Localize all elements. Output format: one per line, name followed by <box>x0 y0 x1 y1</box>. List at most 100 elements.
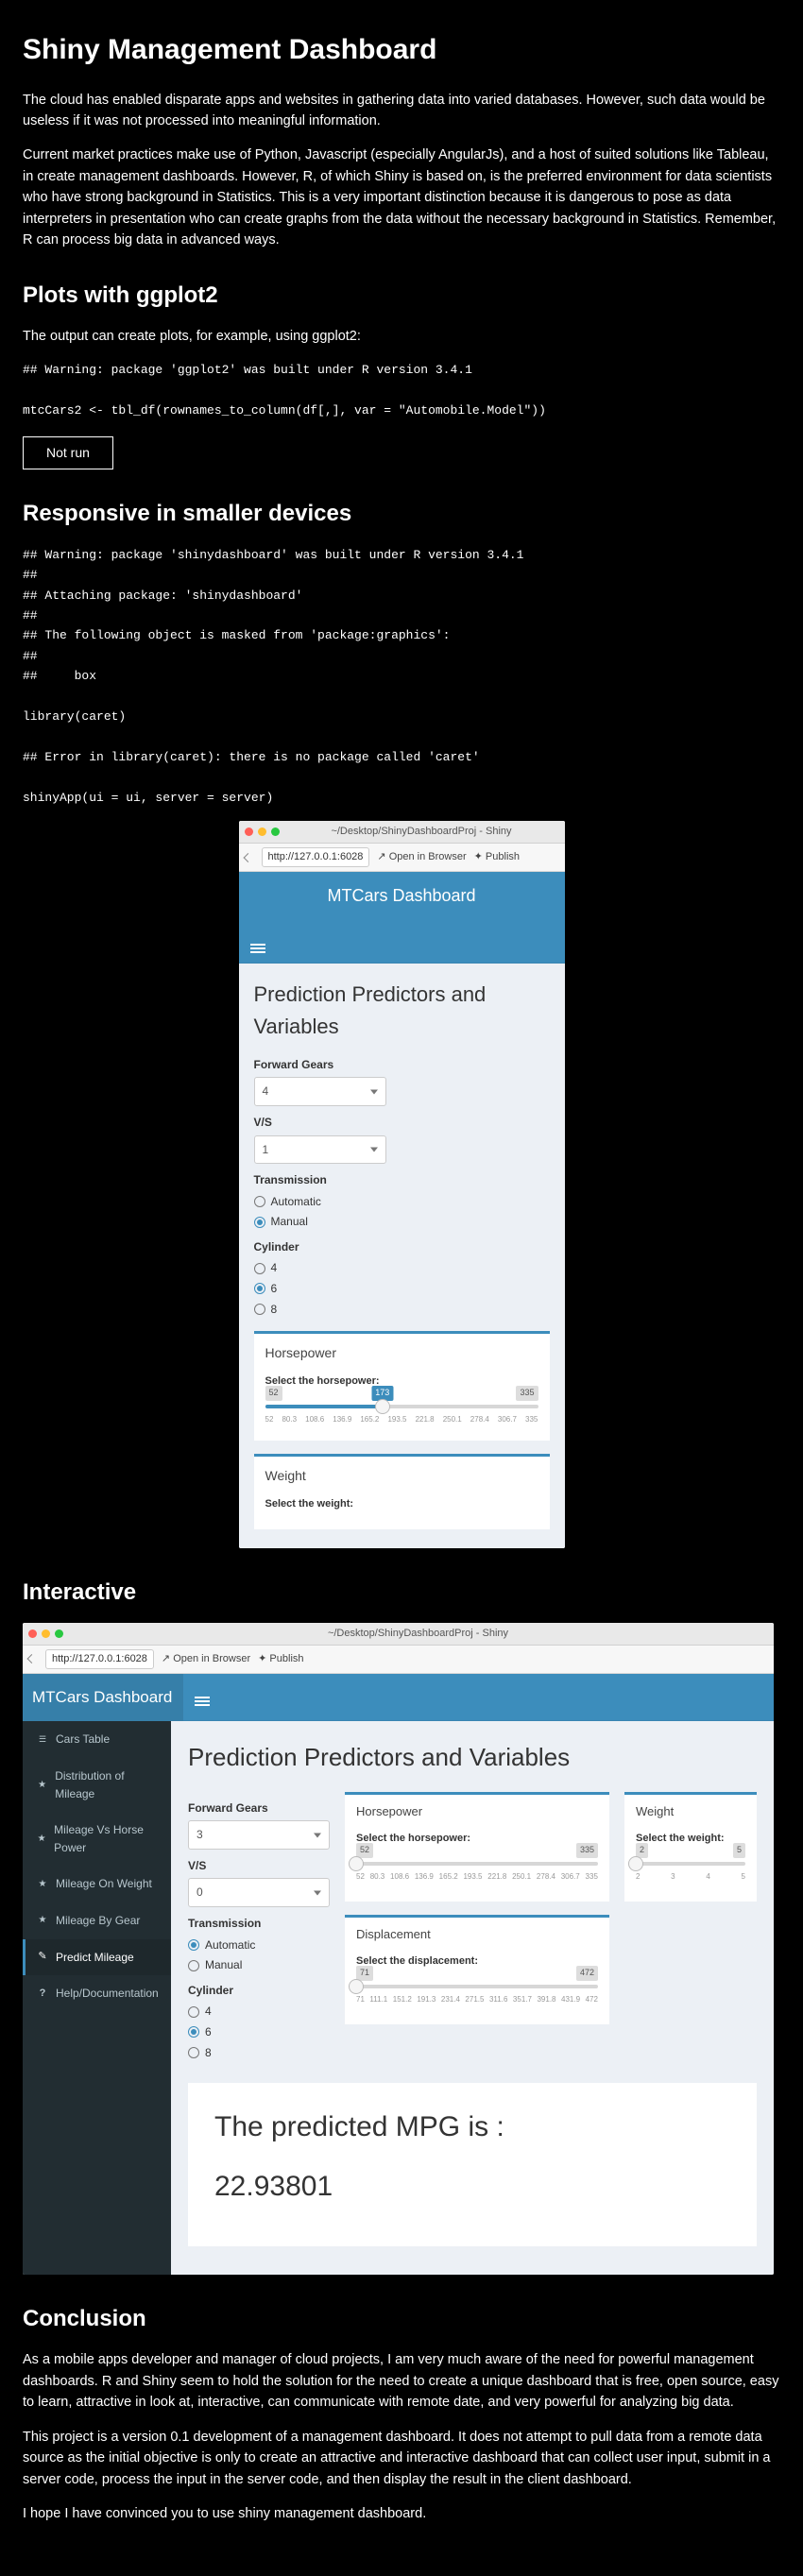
radio-cyl-8[interactable]: 8 <box>254 1301 550 1319</box>
minimize-icon[interactable] <box>258 827 266 836</box>
back-icon[interactable] <box>245 853 254 862</box>
dp-slider[interactable]: 71 472 71111.1151.2191.3231.4271.5311.63… <box>356 1975 598 2007</box>
sidebar-item-help[interactable]: Help/Documentation <box>23 1975 171 2012</box>
back-icon[interactable] <box>28 1654 38 1663</box>
radio-cyl-4[interactable]: 4 <box>188 2003 330 2021</box>
wt-box-title: Weight <box>636 1802 745 1821</box>
intro-para-2: Current market practices make use of Pyt… <box>23 145 780 250</box>
publish-button[interactable]: ✦ Publish <box>474 849 520 865</box>
pencil-icon <box>37 1949 48 1965</box>
weight-box: Weight Select the weight: 2 5 2345 <box>624 1792 757 1902</box>
sidebar: Cars Table Distribution of Mileage Milea… <box>23 1721 171 2275</box>
sidebar-item-mileage-hp[interactable]: Mileage Vs Horse Power <box>23 1812 171 1866</box>
forward-gears-select[interactable]: 4 <box>254 1077 386 1106</box>
figure-responsive: ~/Desktop/ShinyDashboardProj - Shiny htt… <box>239 821 565 1547</box>
sidebar-toggle[interactable] <box>239 921 565 963</box>
close-icon[interactable] <box>28 1629 37 1638</box>
content-title: Prediction Predictors and Variables <box>254 979 550 1043</box>
wt-max: 5 <box>733 1843 745 1858</box>
window-titlebar: ~/Desktop/ShinyDashboardProj - Shiny <box>239 821 565 844</box>
brand-header: MTCars Dashboard <box>239 872 565 921</box>
wt-box-title: Weight <box>265 1466 538 1487</box>
hp-box-title: Horsepower <box>356 1802 598 1821</box>
radio-icon <box>188 2047 199 2058</box>
dp-slider-label: Select the displacement: <box>356 1953 598 1970</box>
close-icon[interactable] <box>245 827 253 836</box>
prediction-label: The predicted MPG is : <box>214 2106 730 2150</box>
hp-slider[interactable]: 52 173 335 5280.3108.6136.9165.2193.5221… <box>265 1395 538 1427</box>
sidebar-item-mileage-gear[interactable]: Mileage By Gear <box>23 1902 171 1939</box>
radio-manual[interactable]: Manual <box>188 1956 330 1974</box>
conclusion-heading: Conclusion <box>23 2301 780 2336</box>
window-titlebar: ~/Desktop/ShinyDashboardProj - Shiny <box>23 1623 774 1646</box>
code-block-2: ## Warning: package 'shinydashboard' was… <box>23 545 780 809</box>
star-icon <box>37 1778 47 1793</box>
publish-button[interactable]: ✦ Publish <box>258 1651 303 1667</box>
dp-ticks: 71111.1151.2191.3231.4271.5311.6351.7391… <box>356 1994 598 2005</box>
prediction-value: 22.93801 <box>214 2165 730 2209</box>
radio-icon <box>188 2006 199 2018</box>
wt-ticks: 2345 <box>636 1871 745 1883</box>
page-title: Shiny Management Dashboard <box>23 28 780 73</box>
sidebar-item-dist-mileage[interactable]: Distribution of Mileage <box>23 1758 171 1812</box>
forward-gears-select[interactable]: 3 <box>188 1820 330 1850</box>
radio-icon <box>254 1304 265 1315</box>
cylinder-label: Cylinder <box>254 1238 550 1256</box>
radio-cyl-6[interactable]: 6 <box>254 1280 550 1298</box>
hp-slider[interactable]: 52 335 5280.3108.6136.9165.2193.5221.825… <box>356 1852 598 1885</box>
horsepower-box: Horsepower Select the horsepower: 52 335… <box>345 1792 609 1902</box>
prediction-box: The predicted MPG is : 22.93801 <box>188 2083 757 2246</box>
zoom-icon[interactable] <box>271 827 280 836</box>
horsepower-box: Horsepower Select the horsepower: 52 173… <box>254 1331 550 1441</box>
plots-heading: Plots with ggplot2 <box>23 278 780 313</box>
wt-slider-label: Select the weight: <box>265 1496 538 1512</box>
vs-select[interactable]: 1 <box>254 1135 386 1165</box>
vs-select[interactable]: 0 <box>188 1878 330 1907</box>
star-icon <box>37 1877 48 1892</box>
url-field[interactable]: http://127.0.0.1:6028 <box>45 1649 154 1669</box>
interactive-heading: Interactive <box>23 1575 780 1610</box>
forward-gears-label: Forward Gears <box>188 1800 330 1817</box>
open-browser-button[interactable]: ↗ Open in Browser <box>377 849 466 865</box>
vs-label: V/S <box>254 1114 550 1132</box>
open-browser-button[interactable]: ↗ Open in Browser <box>162 1651 250 1667</box>
wt-slider-label: Select the weight: <box>636 1831 745 1847</box>
hp-box-title: Horsepower <box>265 1343 538 1364</box>
sidebar-item-cars-table[interactable]: Cars Table <box>23 1721 171 1758</box>
transmission-label: Transmission <box>188 1915 330 1933</box>
sidebar-toggle[interactable] <box>183 1674 774 1721</box>
radio-automatic[interactable]: Automatic <box>254 1193 550 1211</box>
hp-max: 335 <box>576 1843 598 1858</box>
radio-cyl-6[interactable]: 6 <box>188 2023 330 2041</box>
table-icon <box>37 1733 48 1747</box>
star-icon <box>37 1832 46 1847</box>
radio-cyl-4[interactable]: 4 <box>254 1259 550 1277</box>
forward-gears-label: Forward Gears <box>254 1056 550 1074</box>
displacement-box: Displacement Select the displacement: 71… <box>345 1915 609 2024</box>
radio-automatic[interactable]: Automatic <box>188 1936 330 1954</box>
hamburger-icon <box>250 944 265 946</box>
minimize-icon[interactable] <box>42 1629 50 1638</box>
hamburger-icon <box>195 1697 210 1698</box>
zoom-icon[interactable] <box>55 1629 63 1638</box>
code-block-1: ## Warning: package 'ggplot2' was built … <box>23 360 780 420</box>
hp-min: 52 <box>265 1386 282 1401</box>
not-run-button[interactable]: Not run <box>23 436 113 470</box>
conclusion-para-1: As a mobile apps developer and manager o… <box>23 2349 780 2413</box>
radio-icon <box>254 1196 265 1207</box>
sidebar-item-predict[interactable]: Predict Mileage <box>23 1939 171 1976</box>
radio-icon <box>254 1263 265 1274</box>
figure-interactive: ~/Desktop/ShinyDashboardProj - Shiny htt… <box>23 1623 774 2275</box>
question-icon <box>37 1986 48 2002</box>
radio-manual[interactable]: Manual <box>254 1213 550 1231</box>
dp-max: 472 <box>576 1966 598 1981</box>
hp-slider-label: Select the horsepower: <box>356 1831 598 1847</box>
dp-box-title: Displacement <box>356 1925 598 1944</box>
radio-cyl-8[interactable]: 8 <box>188 2044 330 2062</box>
wt-slider[interactable]: 2 5 2345 <box>636 1852 745 1885</box>
weight-box: Weight Select the weight: <box>254 1454 550 1529</box>
radio-icon <box>254 1217 265 1228</box>
transmission-label: Transmission <box>254 1171 550 1189</box>
url-field[interactable]: http://127.0.0.1:6028 <box>262 847 370 867</box>
sidebar-item-mileage-weight[interactable]: Mileage On Weight <box>23 1866 171 1902</box>
